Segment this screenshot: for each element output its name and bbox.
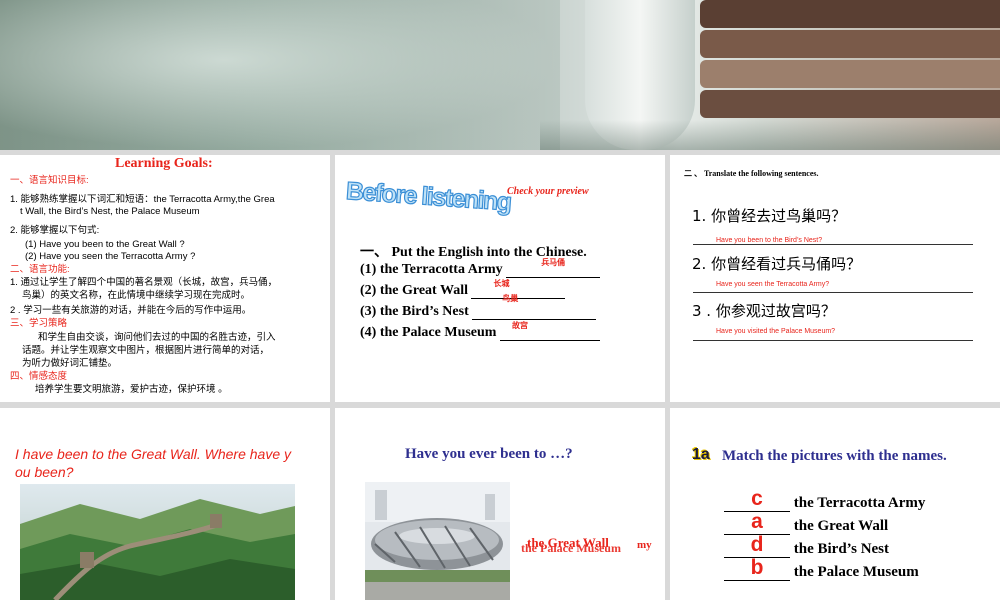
book-image [700,90,1000,118]
answer-text: 故宫 [511,321,528,330]
before-listening-slide[interactable]: Before listening Check your preview 一、 P… [335,155,665,402]
section-heading: 二、语言功能: [10,264,70,275]
goal-text: t Wall, the Bird’s Nest, the Palace Muse… [20,206,200,217]
answer-text: 长城 [493,279,510,288]
answer-line[interactable] [693,244,973,245]
section-heading: 三、学习策略 [10,318,68,329]
slide-title: Learning Goals: [115,156,213,171]
exercise-item: (3) the Bird’s Nest 鸟巢 [360,294,597,320]
banner-shadow [540,120,1000,150]
item-text: (1) the Terracotta Army [360,262,503,277]
have-you-been-slide[interactable]: Have you ever been to …? the Great Wall … [335,408,665,600]
book-image [700,0,1000,28]
overlapping-label: the Palace Museum [521,541,621,555]
exercise-badge: 1a [692,446,710,463]
goal-text: 话题。并让学生观察文中图片，根据图片进行简单的对话， [22,345,270,356]
translation-question: 3 . 你参观过故宫吗？ [692,302,836,320]
item-text: (4) the Palace Museum [360,325,497,340]
answer-blank[interactable]: 兵马俑 [506,258,601,278]
translation-answer: Have you seen the Terracotta Army? [716,281,830,288]
answer-text: 鸟巢 [502,294,519,303]
header-banner-image [0,0,1000,150]
match-name: the Palace Museum [793,564,919,580]
answer-blank[interactable]: 故宫 [499,321,600,341]
preview-label: Check your preview [507,186,589,197]
book-image [700,30,1000,58]
item-text: (2) the Great Wall [360,283,468,298]
birds-nest-photo [365,482,510,600]
goal-text: 2. 能够掌握以下句式: [10,225,100,236]
goal-text: 培养学生要文明旅游，爱护古迹，保护环境 。 [35,384,228,395]
dialogue-text: ou been? [15,464,74,480]
book-image [700,60,1000,88]
exercise-item: (1) the Terracotta Army 兵马俑 [360,258,601,278]
match-letter: d [750,533,764,556]
goal-text: (1) Have you been to the Great Wall ? [25,239,185,250]
answer-blank[interactable]: 鸟巢 [472,294,597,320]
exercise-instruction: Match the pictures with the names. [722,448,947,464]
match-letter: b [750,556,764,579]
section-heading: 四、情感态度 [10,371,68,382]
slide-title: 二 、 Translate the following sentences. [684,169,819,178]
slide-question: Have you ever been to …? [405,446,573,462]
item-text: (3) the Bird’s Nest [360,304,469,319]
answer-line[interactable] [693,340,973,341]
translation-answer: Have you been to the Bird’s Nest? [716,237,823,244]
goal-text: 2 . 学习一些有关旅游的对话，并能在今后的写作中运用。 [10,305,252,316]
goal-text: 1. 通过让学生了解四个中国的著名景观（长城，故宫，兵马俑， [10,277,278,288]
goal-text: 为听力做好词汇铺垫。 [22,358,118,369]
translation-question: 1. 你曾经去过鸟巢吗？ [692,207,847,225]
goal-text: (2) Have you seen the Terracotta Army ? [25,251,196,262]
match-row: b the Palace Museum [724,556,919,581]
translate-slide[interactable]: 二 、 Translate the following sentences. 1… [670,155,1000,402]
match-blank[interactable]: b [724,556,790,581]
answer-line[interactable] [693,292,973,293]
match-letter: c [751,487,763,510]
match-name: the Great Wall [793,518,889,534]
match-slide[interactable]: 1a Match the pictures with the names. c … [670,408,1000,600]
goal-text: 和学生自由交谈，询问他们去过的中国的名胜古迹，引入 [38,332,276,343]
goal-text: 鸟巢）的英文名称，在此情境中继续学习现在完成时。 [22,290,251,301]
translation-question: 2. 你曾经看过兵马俑吗？ [692,255,862,273]
match-letter: a [751,510,763,533]
match-name: the Terracotta Army [793,495,926,511]
answer-text: 兵马俑 [541,258,566,267]
goal-text: 1. 能够熟练掌握以下词汇和短语：the Terracotta Army,the… [10,194,275,205]
translation-answer: Have you visited the Palace Museum? [716,328,836,335]
learning-goals-slide[interactable]: Learning Goals: 一、语言知识目标: 1. 能够熟练掌握以下词汇和… [0,155,330,402]
great-wall-photo [20,484,295,600]
dialogue-text: I have been to the Great Wall. Where hav… [15,446,292,462]
overlapping-label: my [637,539,652,551]
match-name: the Bird’s Nest [793,541,890,557]
section-heading: 一、语言知识目标: [10,175,89,186]
exercise-item: (4) the Palace Museum 故宫 [360,321,600,341]
great-wall-slide[interactable]: I have been to the Great Wall. Where hav… [0,408,330,600]
banner-background-blur [0,0,560,150]
slide-heading: Before listening [344,176,512,217]
